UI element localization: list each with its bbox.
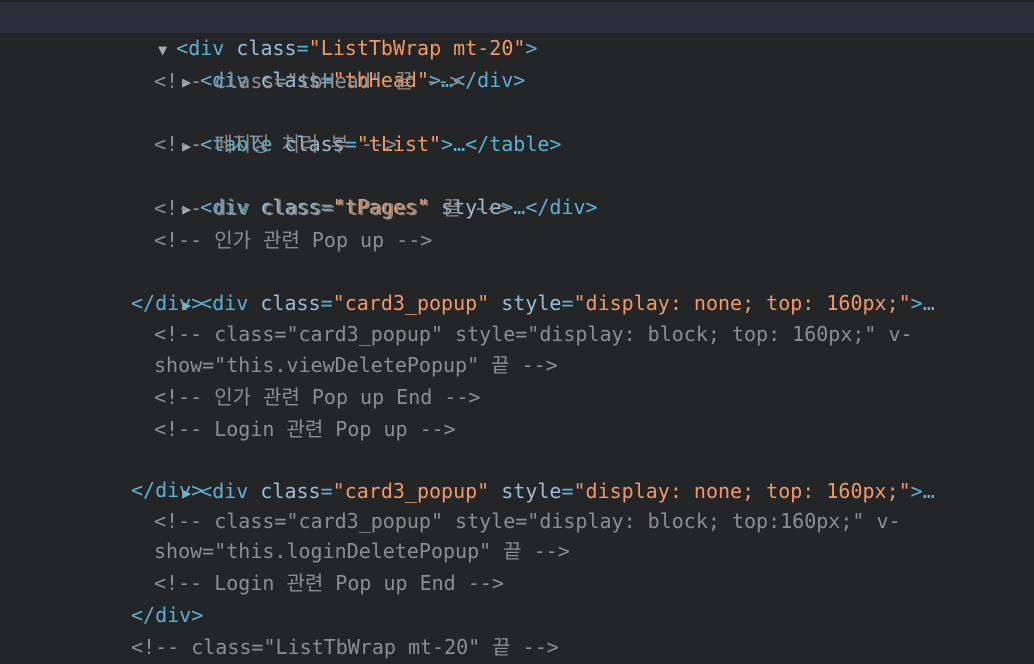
- tag-rest: >…</div>: [501, 195, 598, 219]
- tag-close: </div>: [131, 478, 204, 502]
- comment-tpages-end: <!-- div class="tPages" 끝 -->: [154, 196, 510, 220]
- tag-rest: >…</table>: [441, 132, 562, 156]
- dom-node-listtbwrap[interactable]: ▼ <div class="ListTbWrap mt-20">: [0, 2, 1034, 60]
- tag-rest: >…: [910, 291, 935, 315]
- dom-node-card3-popup-login[interactable]: ▶ <div class="card3_popup" style="display…: [134, 445, 935, 503]
- dom-node-tbhead[interactable]: ▶ <div class="tbHead">…</div>: [134, 34, 525, 92]
- comment-paging: <!-- 페지징 처리 부 -->: [154, 132, 397, 156]
- comment-popup-login-a: <!-- class="card3_popup" style="display:…: [154, 509, 901, 533]
- style-attr-name: style: [501, 479, 562, 503]
- attr-name: class: [260, 291, 321, 315]
- dom-node-card3-popup-view[interactable]: ▶ <div class="card3_popup" style="display…: [134, 257, 935, 315]
- dom-node-table[interactable]: ▶ <table class="tList">…</table>: [134, 98, 561, 156]
- tag-open: <div: [200, 291, 249, 315]
- comment-auth-popup: <!-- 인가 관련 Pop up -->: [154, 228, 433, 252]
- style-attr-value: "display: none; top: 160px;": [573, 291, 911, 315]
- comment-login-popup: <!-- Login 관련 Pop up -->: [154, 417, 456, 441]
- tag-close: </div>: [131, 291, 204, 315]
- tag-open: <div: [200, 479, 249, 503]
- style-attr-name: style: [501, 291, 562, 315]
- tag-end: >: [525, 36, 538, 60]
- attr-name: class: [260, 479, 321, 503]
- comment-auth-popup-end: <!-- 인가 관련 Pop up End -->: [154, 385, 481, 409]
- tag-rest: >…: [910, 479, 935, 503]
- comment-popup-view-b: show="this.viewDeletePopup" 끝 -->: [154, 353, 558, 377]
- comment-popup-login-b: show="this.loginDeletePopup" 끝 -->: [154, 539, 570, 563]
- devtools-elements-panel: ▼ <div class="ListTbWrap mt-20"> ▶ <div cl…: [0, 0, 1034, 664]
- comment-login-popup-end: <!-- Login 관련 Pop up End -->: [154, 571, 504, 595]
- style-attr-value: "display: none; top: 160px;": [573, 479, 911, 503]
- comment-root-end: <!-- class="ListTbWrap mt-20" 끝 -->: [131, 635, 559, 659]
- comment-popup-view-a: <!-- class="card3_popup" style="display:…: [154, 322, 913, 346]
- comment-tbhead-end: <!-- class="tbHead" 끝 -->: [154, 69, 462, 93]
- attr-value: "card3_popup": [332, 291, 490, 315]
- attr-value: "card3_popup": [332, 479, 490, 503]
- dom-node-tpages[interactable]: ▶ <div class="tPages" style>…</div>: [134, 161, 597, 219]
- root-tag-close: </div>: [131, 603, 204, 627]
